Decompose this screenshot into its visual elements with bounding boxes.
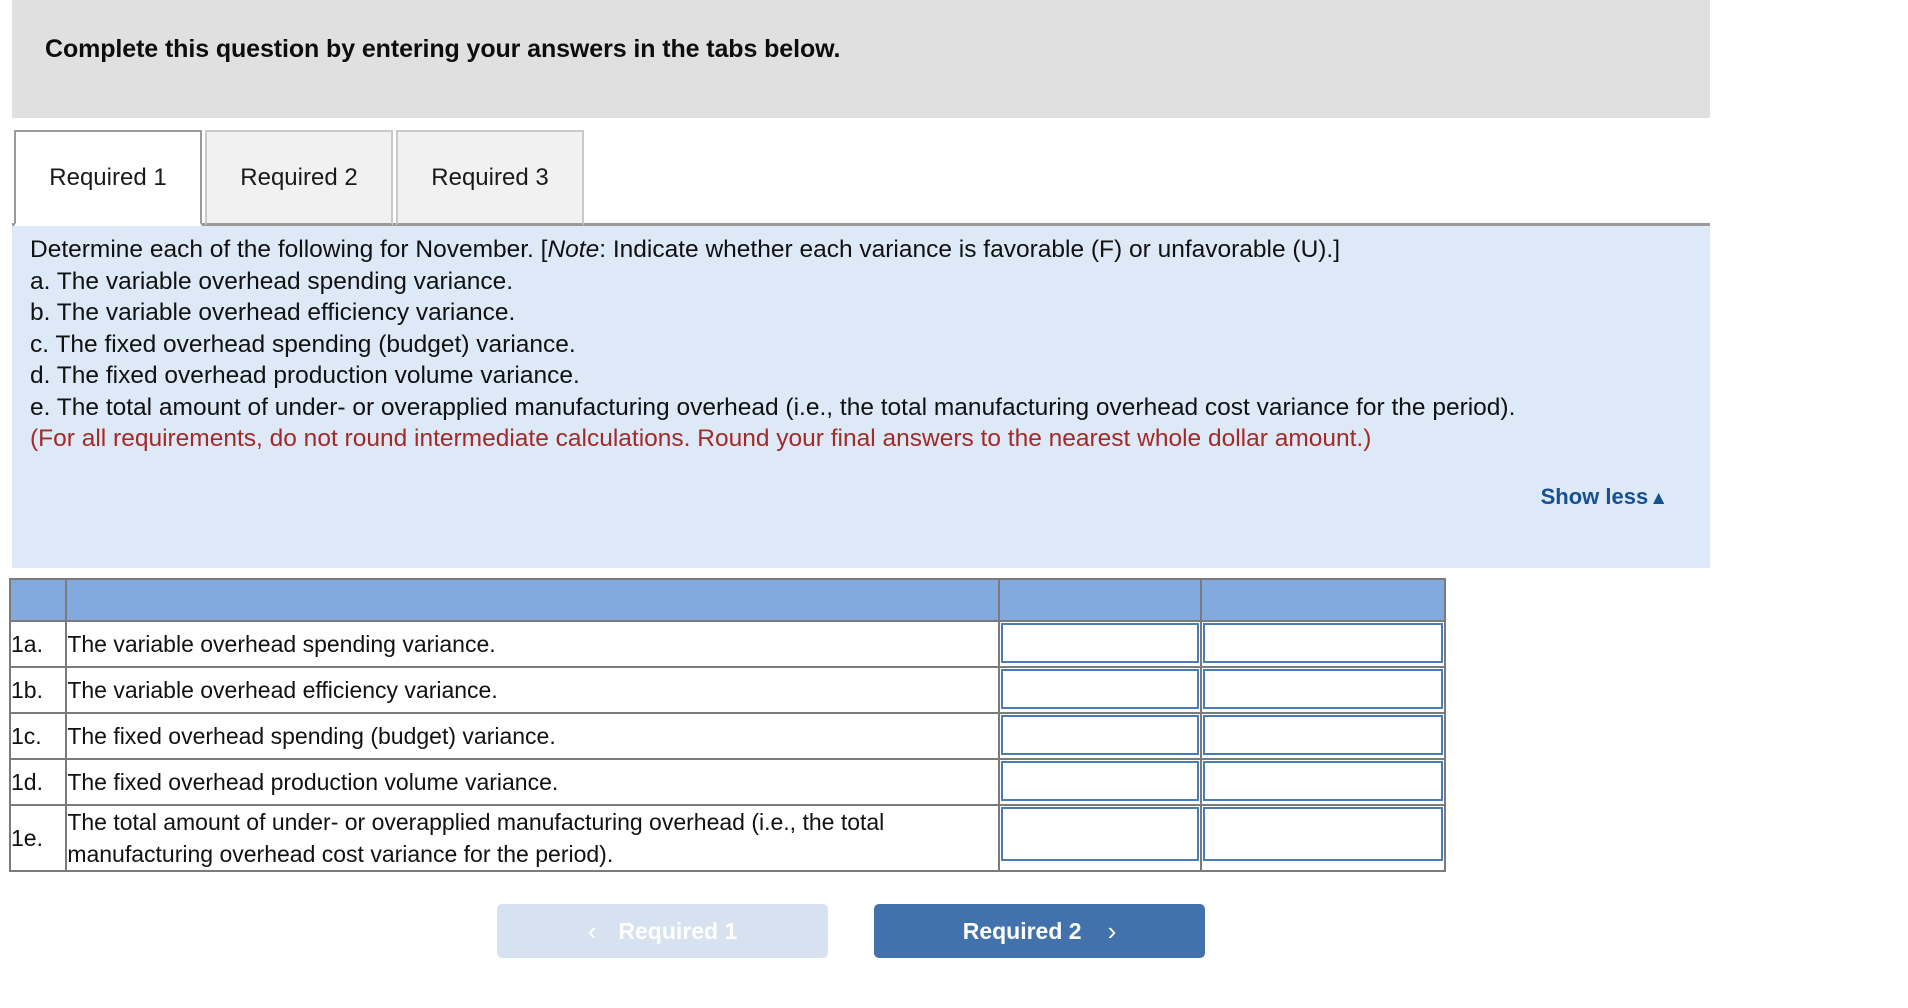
table-row: 1a. The variable overhead spending varia…	[8, 620, 1447, 668]
favorable-cell-1c	[1199, 712, 1447, 760]
favorable-input-1c[interactable]	[1202, 715, 1443, 755]
favorable-cell-1d	[1199, 758, 1447, 806]
favorable-cell-1b	[1199, 666, 1447, 714]
amount-input-1d[interactable]	[1000, 761, 1199, 801]
favorable-input-1e[interactable]	[1202, 807, 1443, 861]
instructions-item-c: c. The fixed overhead spending (budget) …	[30, 330, 576, 358]
row-index-1e: 1e.	[8, 804, 68, 872]
amount-input-1e[interactable]	[1000, 807, 1199, 861]
instructions-item-b: b. The variable overhead efficiency vari…	[30, 299, 516, 326]
table-row: 1c. The fixed overhead spending (budget)…	[8, 712, 1447, 760]
amount-input-1a[interactable]	[1000, 623, 1199, 663]
amount-input-1b[interactable]	[1000, 669, 1199, 709]
caret-up-icon: ▲	[1649, 488, 1668, 509]
table-header-description	[65, 578, 1000, 622]
table-row: 1e. The total amount of under- or overap…	[8, 804, 1447, 872]
tab-required-1[interactable]: Required 1	[14, 130, 202, 226]
answer-table: 1a. The variable overhead spending varia…	[8, 578, 1447, 872]
table-row: 1d. The fixed overhead production volume…	[8, 758, 1447, 806]
amount-cell-1b	[997, 666, 1202, 714]
prev-requirement-button[interactable]: ‹ Required 1	[497, 904, 828, 958]
row-index-1d: 1d.	[8, 758, 68, 806]
amount-input-1c[interactable]	[1000, 715, 1199, 755]
row-description-1e: The total amount of under- or overapplie…	[65, 804, 1000, 872]
show-less-label: Show less	[1540, 484, 1649, 509]
next-requirement-button[interactable]: Required 2 ›	[874, 904, 1205, 958]
instructions-intro: Determine each of the following for Nove…	[30, 234, 1696, 266]
chevron-left-icon: ‹	[587, 915, 597, 946]
chevron-right-icon: ›	[1107, 915, 1117, 946]
instructions-note-word: Note	[547, 236, 600, 263]
page-title: Complete this question by entering your …	[45, 35, 841, 63]
tab-required-2[interactable]: Required 2	[205, 130, 393, 226]
table-header-amount	[997, 578, 1202, 622]
table-header-favorable	[1199, 578, 1447, 622]
row-description-1a: The variable overhead spending variance.	[65, 620, 1000, 668]
row-index-1b: 1b.	[8, 666, 68, 714]
amount-cell-1e	[997, 804, 1202, 872]
instructions-item-d: d. The fixed overhead production volume …	[30, 362, 580, 389]
table-row: 1b. The variable overhead efficiency var…	[8, 666, 1447, 714]
amount-cell-1d	[997, 758, 1202, 806]
instructions-item-e: e. The total amount of under- or overapp…	[30, 393, 1516, 421]
row-description-1c: The fixed overhead spending (budget) var…	[65, 712, 1000, 760]
favorable-cell-1e	[1199, 804, 1447, 872]
instructions-panel: Determine each of the following for Nove…	[12, 226, 1710, 568]
favorable-input-1d[interactable]	[1202, 761, 1443, 801]
amount-cell-1c	[997, 712, 1202, 760]
table-header-index	[8, 578, 68, 622]
question-banner: Complete this question by entering your …	[12, 0, 1710, 118]
table-header-row	[8, 578, 1447, 622]
row-description-1b: The variable overhead efficiency varianc…	[65, 666, 1000, 714]
instructions-intro-before-note: Determine each of the following for Nove…	[30, 236, 548, 263]
instructions-body: Determine each of the following for Nove…	[30, 234, 1696, 455]
favorable-input-1b[interactable]	[1202, 669, 1443, 709]
instructions-item-a: a. The variable overhead spending varian…	[30, 267, 514, 295]
show-less-link[interactable]: Show less▲	[1541, 484, 1668, 510]
favorable-cell-1a	[1199, 620, 1447, 668]
prev-requirement-label: Required 1	[618, 917, 738, 944]
instructions-rounding-note: (For all requirements, do not round inte…	[30, 425, 1372, 452]
next-requirement-label: Required 2	[962, 917, 1082, 944]
instructions-intro-after-note: : Indicate whether each variance is favo…	[599, 236, 1341, 263]
row-index-1a: 1a.	[8, 620, 68, 668]
requirement-tabs: Required 1 Required 2 Required 3	[0, 130, 1908, 226]
row-description-1d: The fixed overhead production volume var…	[65, 758, 1000, 806]
row-index-1c: 1c.	[8, 712, 68, 760]
amount-cell-1a	[997, 620, 1202, 668]
favorable-input-1a[interactable]	[1202, 623, 1443, 663]
tab-required-3[interactable]: Required 3	[396, 130, 584, 226]
